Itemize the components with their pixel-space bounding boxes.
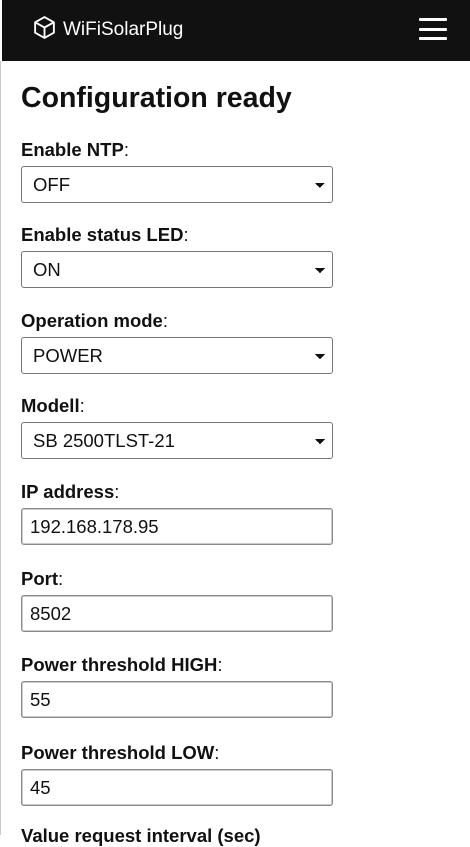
port-label: Port:: [21, 568, 64, 589]
main-content: Configuration ready Enable NTP: OFF Enab…: [0, 61, 470, 846]
value-request-interval-label: Value request interval (sec): [21, 825, 261, 846]
ntp-field: Enable NTP: OFF: [21, 139, 333, 203]
brand-link[interactable]: WiFiSolarPlug: [32, 13, 183, 41]
power-threshold-high-label: Power threshold HIGH:: [21, 654, 223, 675]
port-field: Port:: [21, 568, 333, 632]
status-led-label: Enable status LED:: [21, 224, 189, 245]
page-title: Configuration ready: [21, 82, 292, 114]
ip-address-field: IP address:: [21, 481, 333, 545]
status-led-field: Enable status LED: ON: [21, 224, 333, 288]
top-navbar: WiFiSolarPlug: [0, 0, 470, 61]
operation-mode-field: Operation mode: POWER: [21, 310, 333, 374]
port-input[interactable]: [21, 595, 333, 632]
brand-name: WiFiSolarPlug: [63, 19, 184, 40]
power-threshold-high-field: Power threshold HIGH:: [21, 654, 333, 718]
power-threshold-high-input[interactable]: [21, 681, 333, 718]
cube-icon: [34, 15, 55, 39]
power-threshold-low-input[interactable]: [21, 769, 333, 806]
power-threshold-low-field: Power threshold LOW:: [21, 742, 333, 806]
status-led-select[interactable]: ON: [21, 251, 333, 288]
modell-label: Modell:: [21, 395, 85, 416]
hamburger-menu-icon[interactable]: [419, 18, 447, 40]
operation-mode-label: Operation mode:: [21, 310, 168, 331]
power-threshold-low-label: Power threshold LOW:: [21, 742, 220, 763]
modell-select[interactable]: SB 2500TLST-21: [21, 422, 333, 459]
ip-address-input[interactable]: [21, 508, 333, 545]
ntp-select[interactable]: OFF: [21, 166, 333, 203]
ip-address-label: IP address:: [21, 481, 120, 502]
operation-mode-select[interactable]: POWER: [21, 337, 333, 374]
ntp-label: Enable NTP:: [21, 139, 129, 160]
modell-field: Modell: SB 2500TLST-21: [21, 395, 333, 459]
